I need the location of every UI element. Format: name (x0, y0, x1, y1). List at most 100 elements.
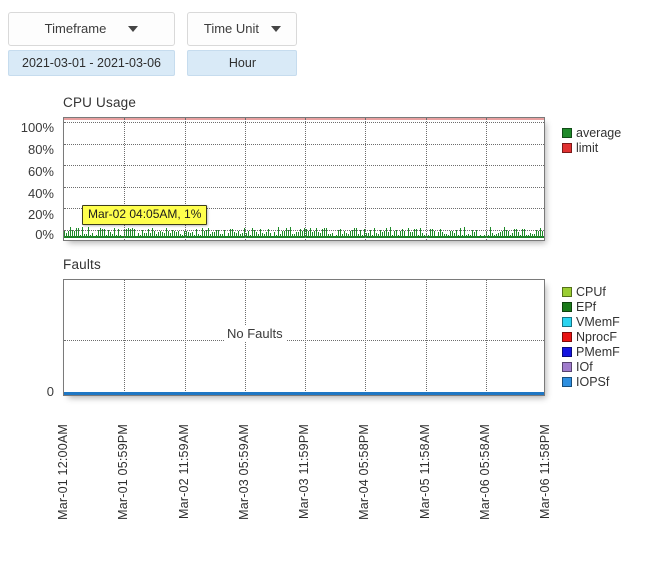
cpu-average-sample (70, 227, 71, 238)
legend-item[interactable]: NprocF (562, 330, 620, 344)
cpu-ytick-100: 100% (20, 120, 54, 135)
cpu-average-sample (146, 233, 147, 238)
cpu-average-sample (156, 234, 157, 238)
legend-item-label: VMemF (576, 314, 620, 329)
cpu-average-sample (110, 232, 111, 238)
cpu-average-sample (140, 235, 141, 238)
vertical-gridline (305, 280, 306, 395)
chevron-down-icon (271, 26, 282, 33)
cpu-average-sample (296, 232, 297, 238)
cpu-average-sample (248, 231, 249, 238)
cpu-average-sample (250, 235, 251, 238)
legend-item-label: average (576, 125, 622, 140)
timeframe-dropdown-button[interactable]: Timeframe (8, 12, 175, 46)
legend-item[interactable]: IOf (562, 360, 620, 374)
cpu-average-sample (256, 232, 257, 238)
cpu-average-sample (320, 233, 321, 238)
vertical-gridline (124, 280, 125, 395)
legend-swatch-icon (562, 302, 572, 312)
cpu-average-sample (206, 230, 207, 238)
cpu-average-sample (350, 231, 351, 238)
x-axis-tick-label: Mar-02 11:59AM (177, 424, 191, 519)
cpu-average-sample (164, 233, 165, 238)
cpu-average-sample (380, 230, 381, 238)
legend-swatch-icon (562, 377, 572, 387)
cpu-average-sample (456, 230, 457, 238)
vertical-gridline (365, 118, 366, 240)
cpu-average-sample (412, 232, 413, 238)
cpu-average-sample (160, 231, 161, 238)
cpu-average-sample (96, 235, 97, 238)
cpu-average-sample (246, 233, 247, 238)
legend-item[interactable]: PMemF (562, 345, 620, 359)
cpu-usage-legend: average limit (562, 126, 621, 156)
cpu-average-sample (358, 234, 359, 238)
cpu-average-sample (518, 232, 519, 238)
legend-item[interactable]: VMemF (562, 315, 620, 329)
cpu-average-sample (298, 232, 299, 238)
cpu-average-sample (90, 235, 91, 238)
legend-swatch-icon (562, 362, 572, 372)
legend-item[interactable]: CPUf (562, 285, 620, 299)
cpu-average-sample (390, 227, 391, 238)
cpu-average-sample (186, 231, 187, 238)
legend-item-label: CPUf (576, 284, 606, 299)
time-unit-dropdown-button[interactable]: Time Unit (187, 12, 298, 46)
cpu-average-sample (226, 236, 227, 238)
cpu-average-sample (352, 230, 353, 238)
cpu-ytick-60: 60% (27, 164, 54, 179)
cpu-average-sample (136, 236, 137, 238)
faults-ytick-0: 0 (46, 384, 54, 399)
cpu-usage-chart-title: CPU Usage (63, 95, 137, 110)
legend-item[interactable]: average (562, 126, 621, 140)
time-unit-selected-value[interactable]: Hour (187, 50, 298, 76)
cpu-ytick-40: 40% (27, 186, 54, 201)
legend-item[interactable]: limit (562, 141, 621, 155)
cpu-average-sample (424, 235, 425, 238)
timeframe-selected-value[interactable]: 2021-03-01 - 2021-03-06 (8, 50, 175, 76)
cpu-average-sample (190, 233, 191, 238)
cpu-average-sample (272, 236, 273, 238)
cpu-average-sample (544, 228, 545, 238)
cpu-average-sample (448, 235, 449, 238)
cpu-average-sample (384, 231, 385, 238)
cpu-average-sample (64, 231, 65, 238)
legend-item[interactable]: IOPSf (562, 375, 620, 389)
cpu-average-sample (446, 234, 447, 238)
cpu-average-sample (444, 234, 445, 238)
cpu-average-sample (274, 232, 275, 238)
cpu-average-sample (462, 235, 463, 238)
cpu-average-sample (84, 234, 85, 238)
time-unit-control: Time Unit Hour (187, 12, 298, 76)
cpu-average-sample (336, 235, 337, 238)
cpu-average-sample (218, 230, 219, 238)
cpu-average-sample (168, 231, 169, 238)
cpu-average-sample (270, 233, 271, 238)
cpu-average-sample (366, 233, 367, 238)
cpu-average-sample (222, 234, 223, 238)
cpu-average-sample (236, 233, 237, 238)
legend-item[interactable]: EPf (562, 300, 620, 314)
cpu-average-sample (360, 230, 361, 238)
cpu-average-sample (318, 232, 319, 238)
cpu-average-sample (138, 233, 139, 238)
cpu-average-sample (510, 235, 511, 238)
cpu-average-sample (204, 231, 205, 238)
cpu-average-sample (348, 234, 349, 238)
cpu-average-sample (284, 231, 285, 238)
cpu-average-sample (314, 231, 315, 238)
cpu-average-sample (382, 232, 383, 238)
cpu-average-sample (400, 231, 401, 238)
cpu-ytick-20: 20% (27, 207, 54, 222)
cpu-average-sample (328, 234, 329, 238)
cpu-average-sample (538, 231, 539, 238)
cpu-ytick-0: 0% (35, 227, 54, 242)
cpu-average-sample (68, 231, 69, 238)
x-axis-tick-label: Mar-06 11:58PM (538, 424, 552, 519)
faults-plot-area[interactable] (63, 279, 545, 396)
cpu-average-sample (458, 235, 459, 238)
cpu-average-sample (490, 227, 491, 238)
cpu-average-sample (234, 232, 235, 238)
horizontal-gridline (64, 122, 544, 123)
cpu-average-sample (264, 234, 265, 238)
